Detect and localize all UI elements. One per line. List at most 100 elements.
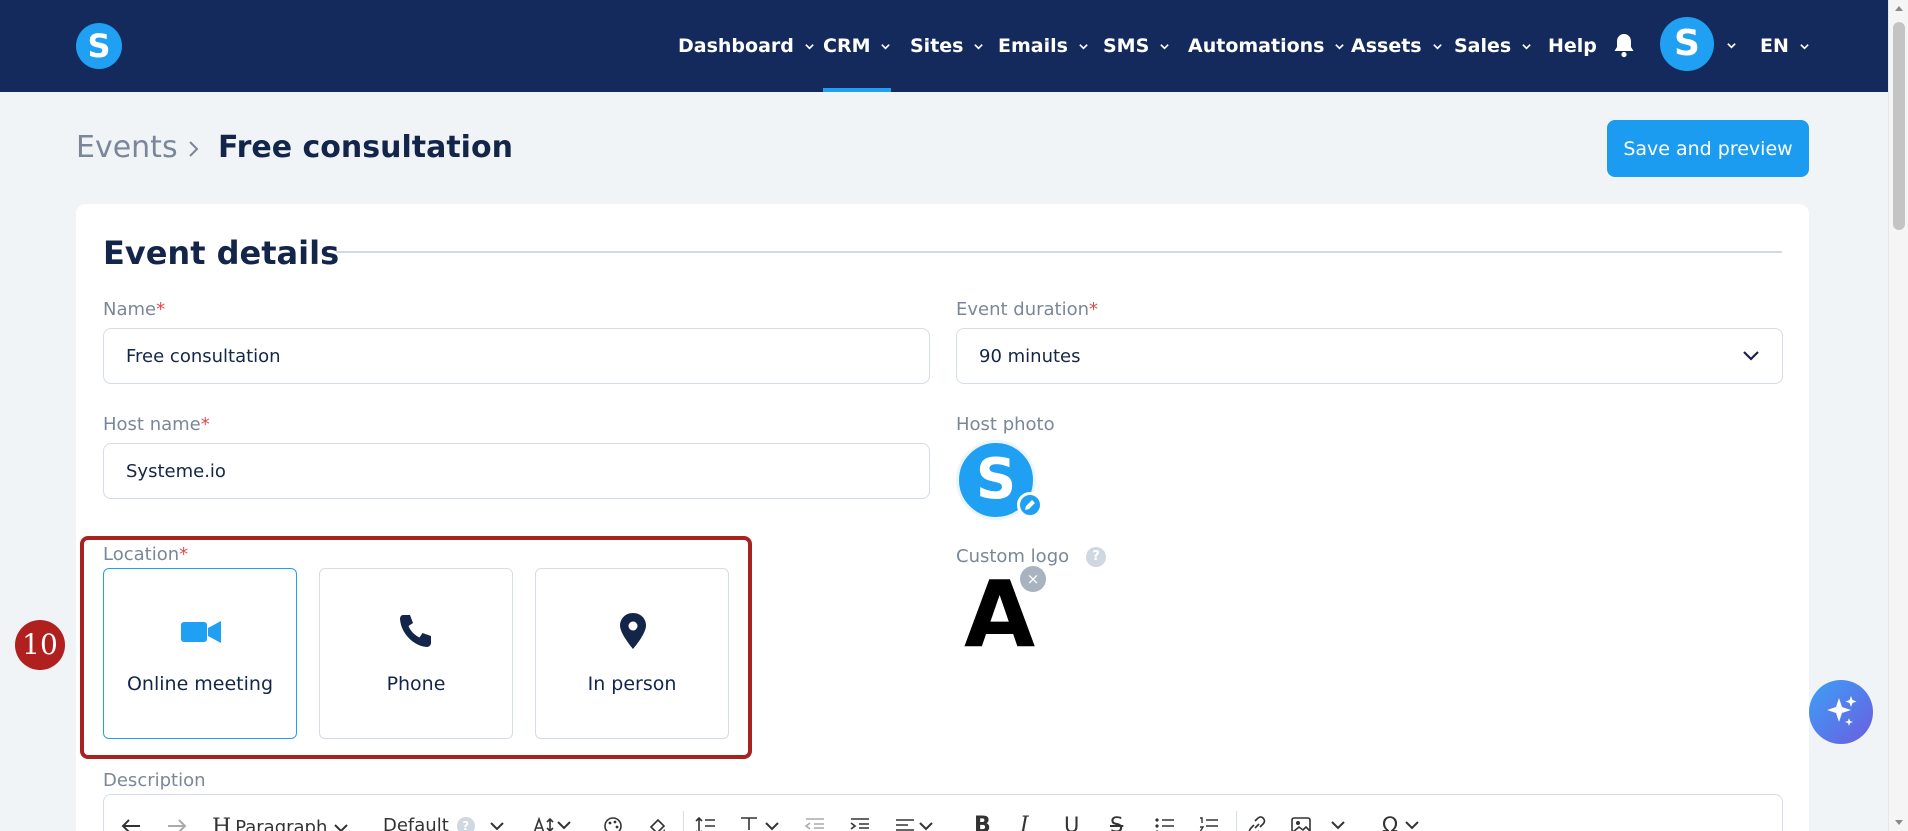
image-icon[interactable] — [1290, 815, 1312, 831]
remove-logo-button[interactable]: × — [1020, 566, 1046, 592]
user-avatar[interactable]: S — [1660, 17, 1714, 71]
bold-icon[interactable]: B — [974, 813, 991, 831]
pencil-icon — [1025, 500, 1035, 510]
description-label: Description — [103, 770, 206, 791]
alignment-dropdown[interactable] — [894, 815, 934, 831]
heading-icon: H — [212, 815, 232, 831]
link-icon[interactable] — [1246, 815, 1268, 831]
chevron-down-icon — [1743, 351, 1759, 361]
location-option-phone[interactable]: Phone — [319, 568, 513, 739]
edit-photo-button[interactable] — [1017, 492, 1043, 518]
chevron-down-icon[interactable] — [1330, 819, 1346, 831]
font-size-dropdown[interactable] — [532, 815, 572, 831]
chevron-down-icon[interactable] — [1726, 40, 1737, 51]
sparkles-icon — [1827, 696, 1857, 726]
nav-assets-label: Assets — [1351, 35, 1422, 57]
name-label: Name* — [103, 299, 166, 320]
chevron-down-icon — [1335, 43, 1345, 50]
nav-assets[interactable]: Assets — [1351, 0, 1443, 92]
scroll-up-arrow[interactable] — [1895, 6, 1903, 11]
map-pin-icon — [620, 613, 646, 649]
chevron-down-icon — [1079, 43, 1088, 50]
nav-help[interactable]: Help — [1548, 0, 1597, 92]
section-divider — [336, 251, 1782, 253]
location-option-label: In person — [587, 673, 677, 695]
page-title: Free consultation — [218, 130, 513, 165]
step-number-badge: 10 — [15, 620, 65, 670]
nav-crm-label: CRM — [823, 35, 871, 57]
location-option-in-person[interactable]: In person — [535, 568, 729, 739]
save-and-preview-button[interactable]: Save and preview — [1607, 120, 1809, 177]
nav-automations[interactable]: Automations — [1188, 0, 1345, 92]
breadcrumb-events[interactable]: Events — [76, 130, 178, 165]
nav-sales[interactable]: Sales — [1454, 0, 1532, 92]
underline-icon[interactable]: U — [1064, 813, 1079, 831]
line-height-icon[interactable] — [694, 815, 716, 831]
ai-assistant-button[interactable] — [1809, 680, 1873, 744]
video-camera-icon — [181, 621, 221, 643]
event-duration-label: Event duration* — [956, 299, 1099, 320]
event-details-card: Event details Name* Free consultation Ev… — [76, 204, 1809, 831]
bell-icon[interactable] — [1612, 32, 1636, 58]
host-photo-label: Host photo — [956, 414, 1055, 435]
help-icon[interactable]: ? — [1086, 547, 1106, 567]
location-option-online-meeting[interactable]: Online meeting — [103, 568, 297, 739]
special-characters-dropdown[interactable]: Ω — [1382, 813, 1420, 831]
text-style-dropdown[interactable] — [738, 815, 780, 831]
language-selector[interactable]: EN — [1760, 0, 1810, 92]
event-duration-value: 90 minutes — [979, 345, 1081, 367]
strikethrough-icon[interactable]: S — [1110, 813, 1123, 831]
chevron-down-icon — [557, 821, 571, 830]
chevron-down-icon — [881, 43, 891, 50]
paragraph-style-value: Paragraph — [235, 817, 328, 831]
chevron-down-icon — [1160, 43, 1170, 50]
chevron-down-icon — [490, 821, 504, 830]
host-name-input[interactable]: Systeme.io — [103, 443, 930, 499]
location-label: Location* — [103, 544, 189, 565]
indent-icon[interactable] — [849, 815, 871, 831]
redo-icon[interactable] — [166, 817, 188, 831]
nav-emails-label: Emails — [998, 35, 1068, 57]
name-input[interactable]: Free consultation — [103, 328, 930, 384]
top-navbar: S Dashboard CRM Sites Emails SMS Automat… — [0, 0, 1888, 92]
font-family-dropdown[interactable]: Default ? — [383, 815, 505, 831]
phone-icon — [400, 615, 431, 647]
nav-help-label: Help — [1548, 35, 1597, 57]
nav-dashboard[interactable]: Dashboard — [678, 0, 815, 92]
italic-icon[interactable]: I — [1020, 813, 1029, 831]
chevron-down-icon — [765, 822, 779, 831]
align-left-icon — [896, 819, 914, 831]
language-label: EN — [1760, 35, 1789, 57]
host-name-input-value: Systeme.io — [126, 460, 226, 482]
chevron-down-icon — [334, 823, 349, 831]
systeme-logo[interactable]: S — [76, 23, 122, 69]
nav-emails[interactable]: Emails — [998, 0, 1089, 92]
event-duration-select[interactable]: 90 minutes — [956, 328, 1783, 384]
chevron-down-icon — [1522, 43, 1531, 50]
nav-sites[interactable]: Sites — [910, 0, 984, 92]
font-family-value: Default — [383, 815, 449, 831]
font-size-icon — [533, 816, 554, 831]
toolbar-separator — [683, 811, 684, 831]
scroll-down-arrow[interactable] — [1895, 820, 1903, 825]
page-scrollbar[interactable] — [1888, 0, 1908, 831]
nav-sms[interactable]: SMS — [1103, 0, 1170, 92]
chevron-down-icon — [1405, 821, 1419, 830]
scroll-thumb[interactable] — [1893, 22, 1905, 230]
nav-sites-label: Sites — [910, 35, 964, 57]
text-color-icon[interactable] — [602, 815, 624, 831]
nav-crm[interactable]: CRM — [823, 0, 892, 92]
chevron-right-icon — [189, 141, 199, 157]
paragraph-style-dropdown[interactable]: H Paragraph — [212, 815, 349, 831]
highlight-color-icon[interactable] — [647, 815, 669, 831]
toolbar-separator — [1236, 811, 1237, 831]
nav-sms-label: SMS — [1103, 35, 1150, 57]
location-option-label: Online meeting — [126, 673, 274, 695]
outdent-icon[interactable] — [804, 815, 826, 831]
chevron-down-icon — [974, 43, 984, 50]
undo-icon[interactable] — [120, 817, 142, 831]
help-icon[interactable]: ? — [456, 816, 475, 831]
numbered-list-icon[interactable] — [1198, 815, 1220, 831]
bullet-list-icon[interactable] — [1154, 815, 1176, 831]
chevron-down-icon — [1800, 43, 1809, 50]
